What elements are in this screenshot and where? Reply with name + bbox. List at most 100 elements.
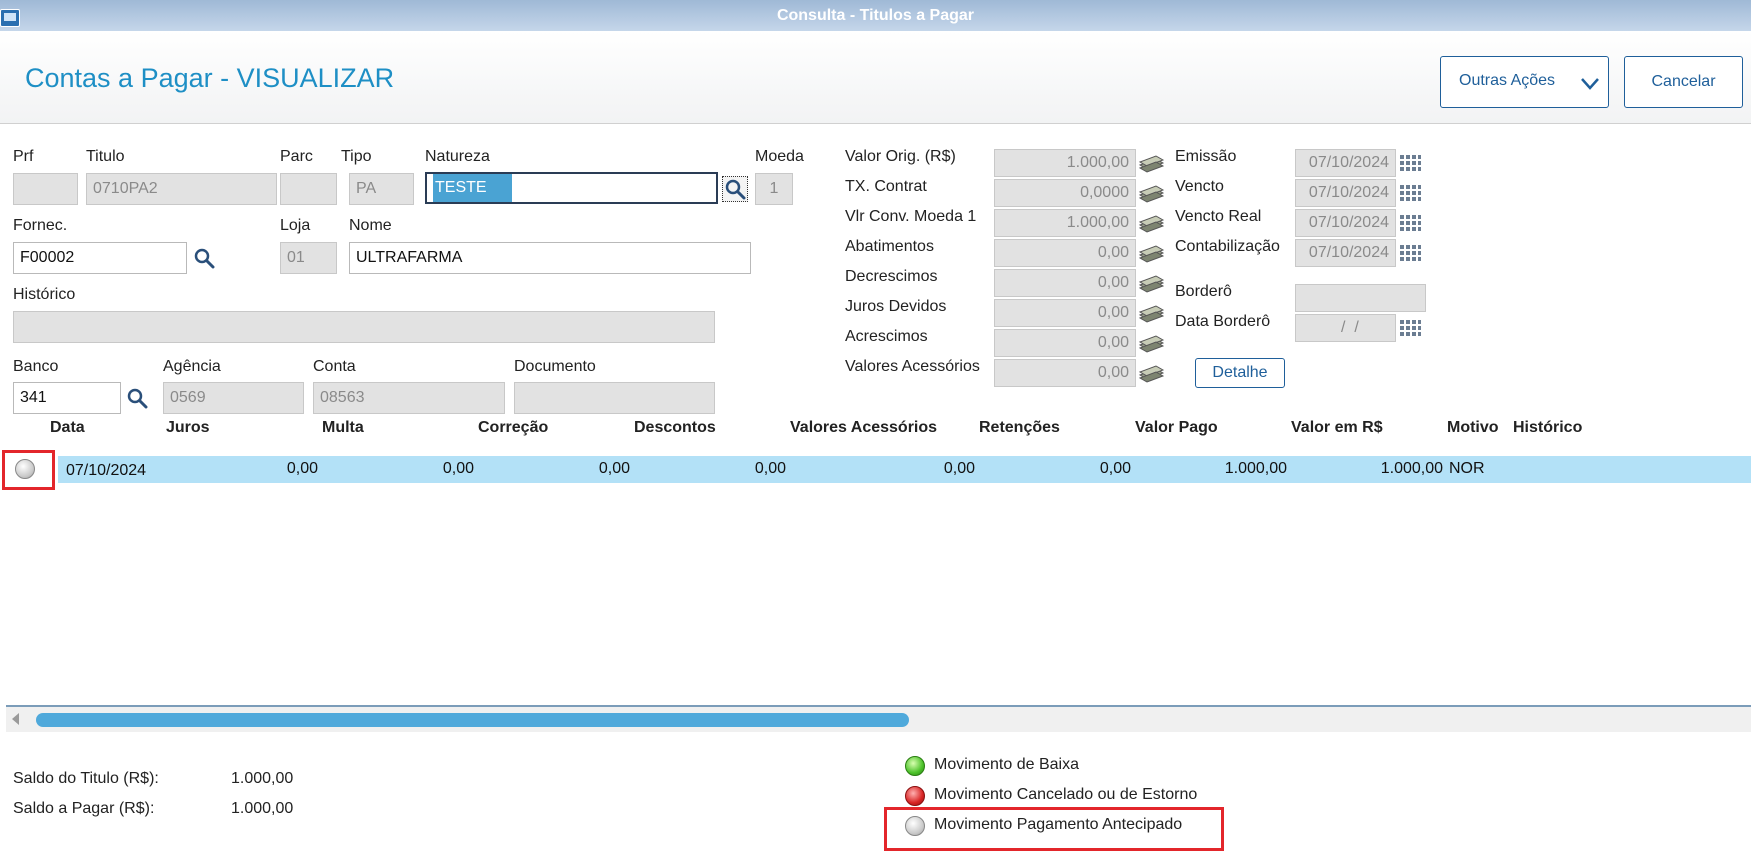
saldo-titulo-label: Saldo do Titulo (R$): xyxy=(13,770,159,787)
tx-contrat-field[interactable]: 0,0000 xyxy=(994,179,1136,207)
column-header-historico[interactable]: Histórico xyxy=(1513,419,1582,437)
money-icon[interactable] xyxy=(1138,273,1164,293)
tx-contrat-label: TX. Contrat xyxy=(845,178,927,195)
valor-orig-field[interactable]: 1.000,00 xyxy=(994,149,1136,177)
natureza-search-button[interactable] xyxy=(722,176,748,202)
calendar-icon[interactable] xyxy=(1399,154,1421,174)
documento-field[interactable] xyxy=(514,382,715,414)
vencto-label: Vencto xyxy=(1175,178,1224,195)
conta-label: Conta xyxy=(313,358,356,375)
vencto-real-field[interactable]: 07/10/2024 xyxy=(1295,209,1396,237)
emissao-field[interactable]: 07/10/2024 xyxy=(1295,149,1396,177)
column-header-juros[interactable]: Juros xyxy=(166,419,210,437)
cell-valores-acessorios: 0,00 xyxy=(943,460,975,477)
abatimentos-label: Abatimentos xyxy=(845,238,934,255)
fornec-label: Fornec. xyxy=(13,217,68,234)
vlr-conv-field[interactable]: 1.000,00 xyxy=(994,209,1136,237)
decrescimos-field[interactable]: 0,00 xyxy=(994,269,1136,297)
money-icon[interactable] xyxy=(1138,243,1164,263)
data-bordero-field[interactable]: / / xyxy=(1295,314,1396,342)
legend-baixa: Movimento de Baixa xyxy=(934,756,1079,773)
bordero-field[interactable] xyxy=(1295,284,1426,312)
fornec-field[interactable]: F00002 xyxy=(13,242,187,274)
historico-field[interactable] xyxy=(13,311,715,343)
natureza-field[interactable]: TESTE xyxy=(425,172,718,204)
cell-multa: 0,00 xyxy=(442,460,474,477)
row-status-icon[interactable] xyxy=(15,459,35,479)
natureza-value: TESTE xyxy=(433,174,512,202)
cell-juros: 0,00 xyxy=(286,460,318,477)
fornec-search-icon[interactable] xyxy=(193,247,215,269)
acrescimos-field[interactable]: 0,00 xyxy=(994,329,1136,357)
grey-status-icon xyxy=(905,816,925,836)
calendar-icon[interactable] xyxy=(1399,244,1421,264)
column-header-descontos[interactable]: Descontos xyxy=(634,419,716,437)
vencto-field[interactable]: 07/10/2024 xyxy=(1295,179,1396,207)
column-header-valores-acessorios[interactable]: Valores Acessórios xyxy=(790,419,937,437)
calendar-icon[interactable] xyxy=(1399,214,1421,234)
acrescimos-label: Acrescimos xyxy=(845,328,928,345)
saldo-pagar-value: 1.000,00 xyxy=(231,800,294,817)
calendar-icon[interactable] xyxy=(1399,319,1421,339)
cell-retencoes: 0,00 xyxy=(1099,460,1131,477)
money-icon[interactable] xyxy=(1138,363,1164,383)
column-header-valor-pago[interactable]: Valor Pago xyxy=(1135,419,1218,437)
more-actions-button[interactable]: Outras Ações xyxy=(1440,56,1609,108)
saldo-pagar-label: Saldo a Pagar (R$): xyxy=(13,800,155,817)
more-actions-label: Outras Ações xyxy=(1459,72,1556,89)
loja-label: Loja xyxy=(280,217,311,234)
parc-field[interactable] xyxy=(280,173,337,205)
contabilizacao-field[interactable]: 07/10/2024 xyxy=(1295,239,1396,267)
moeda-field[interactable]: 1 xyxy=(755,173,793,205)
legend-antecipado: Movimento Pagamento Antecipado xyxy=(934,816,1183,833)
titulo-label: Titulo xyxy=(86,148,125,165)
data-bordero-label: Data Borderô xyxy=(1175,313,1271,330)
banco-field[interactable]: 341 xyxy=(13,382,121,414)
calendar-icon[interactable] xyxy=(1399,184,1421,204)
column-header-motivo[interactable]: Motivo xyxy=(1447,419,1499,437)
nome-field[interactable]: ULTRAFARMA xyxy=(349,242,751,274)
vlr-conv-label: Vlr Conv. Moeda 1 xyxy=(845,208,977,225)
saldo-titulo-value: 1.000,00 xyxy=(231,770,294,787)
vencto-real-label: Vencto Real xyxy=(1175,208,1262,225)
scroll-left-icon[interactable] xyxy=(10,712,22,726)
historico-label: Histórico xyxy=(13,286,76,303)
detalhe-button[interactable]: Detalhe xyxy=(1195,358,1285,388)
emissao-label: Emissão xyxy=(1175,148,1237,165)
money-icon[interactable] xyxy=(1138,153,1164,173)
money-icon[interactable] xyxy=(1138,333,1164,353)
bordero-label: Borderô xyxy=(1175,283,1232,300)
banco-search-icon[interactable] xyxy=(126,387,148,409)
cancel-label: Cancelar xyxy=(1651,73,1716,90)
chevron-down-icon xyxy=(1581,78,1599,90)
juros-devidos-field[interactable]: 0,00 xyxy=(994,299,1136,327)
money-icon[interactable] xyxy=(1138,303,1164,323)
money-icon[interactable] xyxy=(1138,183,1164,203)
decrescimos-label: Decrescimos xyxy=(845,268,938,285)
cell-data: 07/10/2024 xyxy=(66,462,147,479)
scrollbar-thumb[interactable] xyxy=(36,713,909,727)
conta-field[interactable]: 08563 xyxy=(313,382,505,414)
tipo-field[interactable]: PA xyxy=(349,173,414,205)
legend-cancelado: Movimento Cancelado ou de Estorno xyxy=(934,786,1198,803)
search-icon xyxy=(725,179,746,200)
agencia-field[interactable]: 0569 xyxy=(163,382,304,414)
abatimentos-field[interactable]: 0,00 xyxy=(994,239,1136,267)
column-header-data[interactable]: Data xyxy=(50,419,85,437)
cell-descontos: 0,00 xyxy=(754,460,786,477)
window-titlebar: Consulta - Titulos a Pagar xyxy=(0,0,1751,31)
prf-field[interactable] xyxy=(13,173,78,205)
page-title: Contas a Pagar - VISUALIZAR xyxy=(25,63,395,93)
loja-field[interactable]: 01 xyxy=(280,242,337,274)
money-icon[interactable] xyxy=(1138,213,1164,233)
cancel-button[interactable]: Cancelar xyxy=(1624,56,1743,108)
banco-label: Banco xyxy=(13,358,59,375)
valores-acessorios-field[interactable]: 0,00 xyxy=(994,359,1136,387)
titulo-field[interactable]: 0710PA2 xyxy=(86,173,277,205)
column-header-correcao[interactable]: Correção xyxy=(478,419,548,437)
column-header-multa[interactable]: Multa xyxy=(322,419,364,437)
juros-devidos-label: Juros Devidos xyxy=(845,298,947,315)
column-header-retencoes[interactable]: Retenções xyxy=(979,419,1060,437)
column-header-valor-em-rs[interactable]: Valor em R$ xyxy=(1291,419,1383,437)
natureza-label: Natureza xyxy=(425,148,490,165)
